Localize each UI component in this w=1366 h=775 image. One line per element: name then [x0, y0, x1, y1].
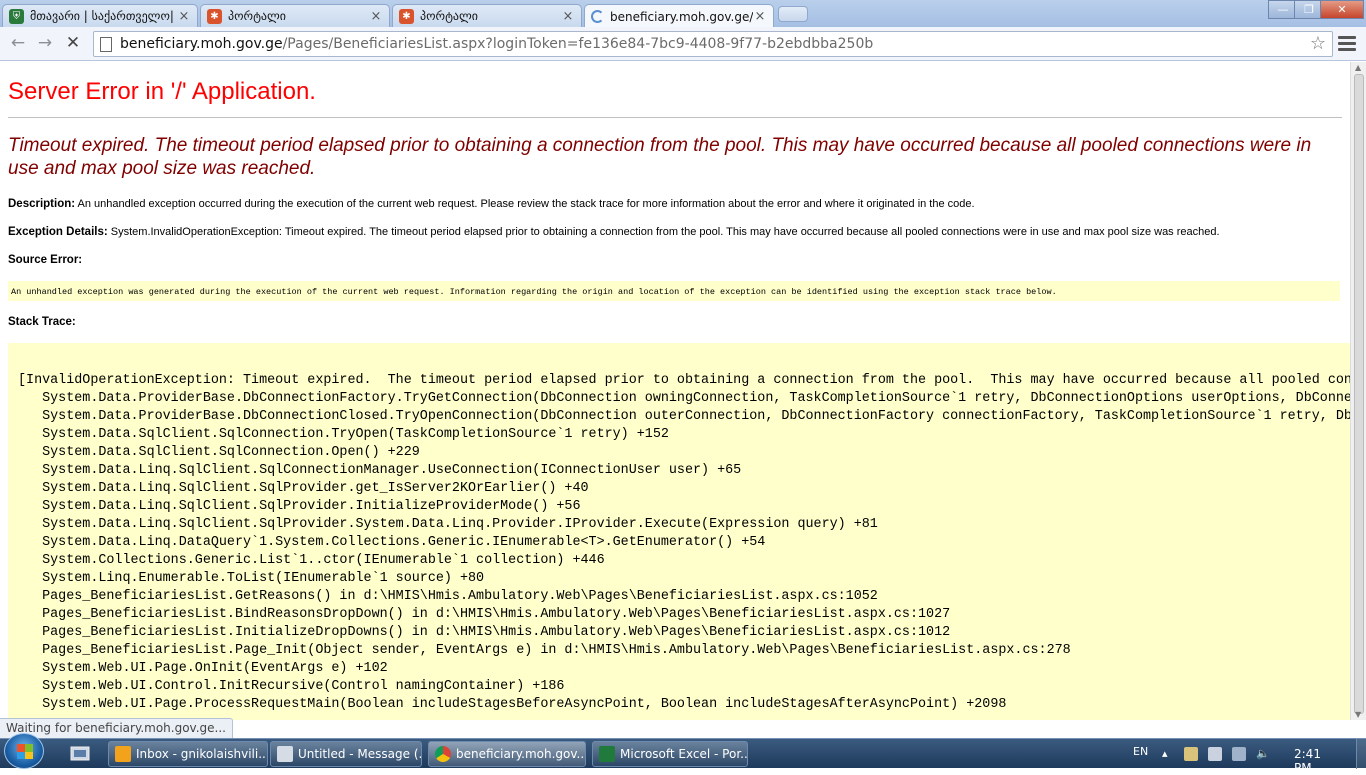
- georgia-coat-icon: ⛨: [9, 8, 24, 24]
- task-message[interactable]: Untitled - Message (...: [270, 741, 422, 767]
- task-excel[interactable]: Microsoft Excel - Por...: [592, 741, 748, 767]
- stack-trace-heading: Stack Trace:: [8, 316, 76, 328]
- tab-close-icon[interactable]: ×: [753, 9, 767, 24]
- task-chrome[interactable]: beneficiary.moh.gov...: [428, 741, 586, 767]
- stack-trace-line: [InvalidOperationException: Timeout expi…: [18, 373, 1350, 388]
- excel-icon: [599, 746, 615, 762]
- close-window-button[interactable]: ✕: [1320, 0, 1364, 19]
- network-icon[interactable]: [1232, 747, 1246, 761]
- description-line: Description: An unhandled exception occu…: [8, 198, 975, 210]
- stack-label: Stack Trace:: [8, 316, 76, 328]
- tab-label: პორტალი: [420, 9, 479, 23]
- task-label: Untitled - Message (...: [298, 747, 422, 761]
- stack-trace-box: [InvalidOperationException: Timeout expi…: [8, 343, 1350, 720]
- outlook-icon: [115, 746, 131, 762]
- stack-trace-line: System.Data.Linq.SqlClient.SqlConnection…: [18, 463, 742, 478]
- source-error-heading: Source Error:: [8, 254, 82, 266]
- chrome-icon: [435, 746, 451, 762]
- stack-trace-line: System.Linq.Enumerable.ToList(IEnumerabl…: [18, 571, 485, 586]
- tab-beneficiary[interactable]: beneficiary.moh.gov.ge/P ×: [584, 4, 774, 28]
- tab-label: მთავარი | საქართველო|: [30, 9, 174, 23]
- exception-line: Exception Details: System.InvalidOperati…: [8, 226, 1220, 238]
- tab-portal-1[interactable]: ✱ პორტალი ×: [200, 4, 390, 27]
- tab-close-icon[interactable]: ×: [177, 9, 191, 24]
- stack-trace-line: System.Web.UI.Control.InitRecursive(Cont…: [18, 679, 565, 694]
- address-bar[interactable]: beneficiary.moh.gov.ge/Pages/Beneficiari…: [93, 31, 1333, 57]
- page-viewport: Server Error in '/' Application. Timeout…: [0, 62, 1350, 720]
- tab-close-icon[interactable]: ×: [561, 9, 575, 24]
- task-label: Microsoft Excel - Por...: [620, 747, 748, 761]
- page-title: Server Error in '/' Application.: [8, 78, 316, 105]
- new-tab-button[interactable]: [778, 6, 808, 22]
- stop-button[interactable]: ✕: [61, 32, 85, 54]
- action-center-flag-icon[interactable]: [1184, 747, 1198, 761]
- stack-trace-line: System.Data.Linq.DataQuery`1.System.Coll…: [18, 535, 766, 550]
- divider: [8, 117, 1342, 118]
- exception-text: System.InvalidOperationException: Timeou…: [110, 226, 1220, 238]
- task-label: beneficiary.moh.gov...: [456, 747, 586, 761]
- browser-tab-strip: ⛨ მთავარი | საქართველო| × ✱ პორტალი × ✱ …: [0, 0, 1366, 28]
- scroll-down-icon[interactable]: ▼: [1355, 710, 1361, 719]
- stack-trace-line: System.Data.SqlClient.SqlConnection.TryO…: [18, 427, 669, 442]
- browser-toolbar: ← → ✕ beneficiary.moh.gov.ge/Pages/Benef…: [0, 27, 1366, 61]
- loading-icon: [591, 10, 604, 23]
- exception-label: Exception Details:: [8, 226, 108, 238]
- start-button[interactable]: [4, 733, 44, 769]
- stack-trace-line: System.Web.UI.Page.OnInit(EventArgs e) +…: [18, 661, 388, 676]
- stack-trace-line: System.Data.Linq.SqlClient.SqlProvider.I…: [18, 499, 581, 514]
- error-message: Timeout expired. The timeout period elap…: [8, 135, 1312, 179]
- language-indicator[interactable]: EN: [1133, 745, 1148, 758]
- stack-trace-line: System.Data.Linq.SqlClient.SqlProvider.g…: [18, 481, 589, 496]
- portal-icon: ✱: [399, 8, 414, 24]
- menu-button[interactable]: [1338, 33, 1356, 53]
- tab-portal-2[interactable]: ✱ პორტალი ×: [392, 4, 582, 27]
- stack-trace-line: System.Data.ProviderBase.DbConnectionClo…: [18, 409, 1350, 424]
- stack-trace-line: Pages_BeneficiariesList.InitializeDropDo…: [18, 625, 951, 640]
- volume-icon[interactable]: 🔈: [1256, 747, 1270, 761]
- task-outlook-inbox[interactable]: Inbox - gnikolaishvili...: [108, 741, 268, 767]
- source-error-text: An unhandled exception was generated dur…: [11, 287, 1057, 297]
- minimize-icon: —: [1277, 3, 1289, 16]
- stack-trace-line: System.Collections.Generic.List`1..ctor(…: [18, 553, 605, 568]
- stack-trace-line: System.Web.UI.Page.ProcessRequestMain(Bo…: [18, 697, 1007, 712]
- stack-trace-line: Pages_BeneficiariesList.GetReasons() in …: [18, 589, 878, 604]
- safely-remove-icon[interactable]: [1208, 747, 1222, 761]
- task-label: Inbox - gnikolaishvili...: [136, 747, 268, 761]
- clock[interactable]: 2:41 PM: [1294, 747, 1321, 775]
- source-label: Source Error:: [8, 254, 83, 266]
- scroll-up-icon[interactable]: ▲: [1355, 63, 1361, 72]
- stack-trace-line: System.Data.ProviderBase.DbConnectionFac…: [18, 391, 1350, 406]
- show-desktop-icon[interactable]: [55, 742, 105, 766]
- page-icon: [100, 36, 112, 52]
- description-text: An unhandled exception occurred during t…: [77, 198, 975, 210]
- forward-arrow-icon: →: [37, 33, 53, 53]
- portal-icon: ✱: [207, 8, 222, 24]
- url-path: /Pages/BeneficiariesList.aspx?loginToken…: [282, 36, 874, 52]
- close-icon: ✕: [1337, 3, 1347, 16]
- page-scrollbar[interactable]: ▲ ▼: [1350, 62, 1366, 720]
- stack-trace-line: Pages_BeneficiariesList.BindReasonsDropD…: [18, 607, 951, 622]
- forward-button[interactable]: →: [33, 32, 57, 54]
- tab-label: beneficiary.moh.gov.ge/P: [610, 9, 753, 24]
- description-label: Description:: [8, 198, 76, 210]
- stack-trace-line: System.Data.Linq.SqlClient.SqlProvider.S…: [18, 517, 878, 532]
- back-arrow-icon: ←: [10, 33, 26, 53]
- tray-expand-icon[interactable]: ▴: [1162, 747, 1176, 761]
- stack-trace-line: System.Data.SqlClient.SqlConnection.Open…: [18, 445, 420, 460]
- tab-label: პორტალი: [228, 9, 287, 23]
- stop-icon: ✕: [65, 33, 81, 53]
- restore-icon: ❐: [1304, 3, 1314, 16]
- windows-taskbar: Inbox - gnikolaishvili... Untitled - Mes…: [0, 733, 1366, 775]
- url-host: beneficiary.moh.gov.ge: [120, 36, 283, 52]
- back-button[interactable]: ←: [6, 32, 30, 54]
- stack-trace-line: Pages_BeneficiariesList.Page_Init(Object…: [18, 643, 1071, 658]
- tab-home[interactable]: ⛨ მთავარი | საქართველო| ×: [2, 4, 198, 27]
- bookmark-star-icon[interactable]: ☆: [1310, 33, 1326, 54]
- scrollbar-thumb[interactable]: [1354, 74, 1364, 714]
- tab-close-icon[interactable]: ×: [369, 9, 383, 24]
- message-icon: [277, 746, 293, 762]
- show-desktop-button[interactable]: [1356, 739, 1366, 769]
- source-error-box: An unhandled exception was generated dur…: [8, 281, 1340, 301]
